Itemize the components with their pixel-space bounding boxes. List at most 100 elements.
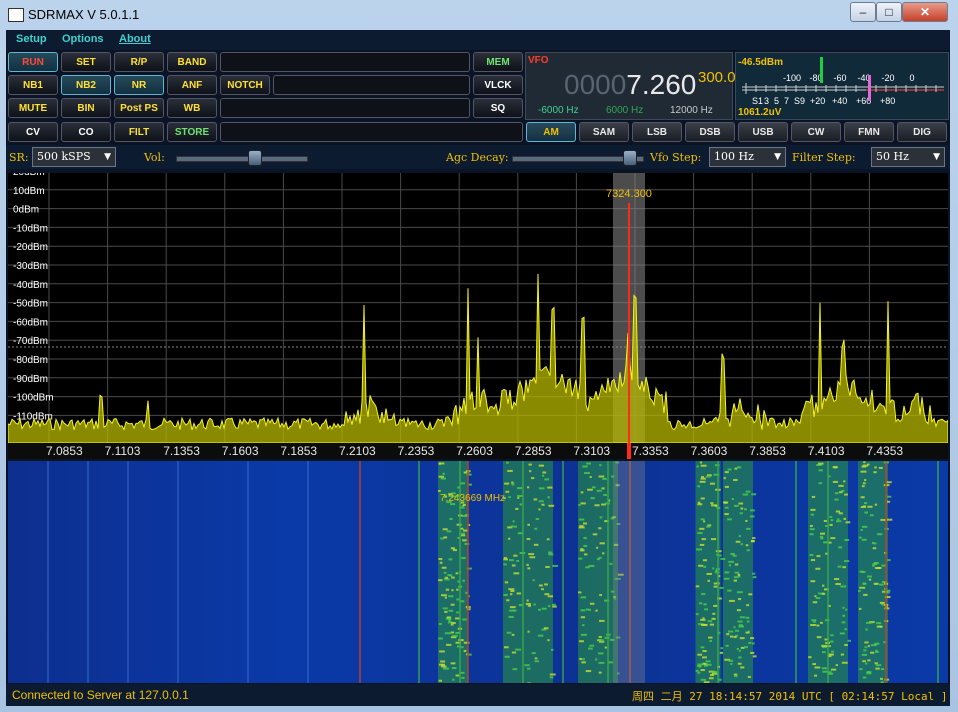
db-label: 20dBm [13, 173, 45, 178]
db-label: -80dBm [13, 355, 48, 366]
volume-slider-track[interactable] [176, 156, 308, 162]
frequency-label: 7.1853 [280, 444, 318, 458]
db-label: -90dBm [13, 374, 48, 385]
db-label: -40dBm [13, 280, 48, 291]
vlck-button[interactable]: VLCK [473, 75, 523, 95]
chevron-down-icon: ▼ [774, 152, 781, 162]
vfo-freq-sub: 300.0 [698, 69, 736, 86]
volume-slider-thumb[interactable] [248, 150, 262, 166]
s-meter-bottom-label: +20 [810, 96, 825, 106]
anf-button[interactable]: ANF [167, 75, 217, 95]
mode-dsb-button[interactable]: DSB [685, 122, 735, 142]
filt-button[interactable]: FILT [114, 122, 164, 142]
nb2-button[interactable]: NB2 [61, 75, 111, 95]
mode-lsb-button[interactable]: LSB [632, 122, 682, 142]
signal-uv: 1061.2uV [738, 107, 782, 118]
s-meter-needle [868, 75, 871, 101]
band-button[interactable]: BAND [167, 52, 217, 72]
sample-rate-select[interactable]: 500 kSPS ▼ [32, 147, 116, 167]
row1-field [220, 52, 470, 72]
frequency-label: 7.2103 [339, 444, 376, 458]
bin-button[interactable]: BIN [61, 98, 111, 118]
db-label: -50dBm [13, 299, 48, 310]
post-ps-button[interactable]: Post PS [114, 98, 164, 118]
connection-status: Connected to Server at 127.0.0.1 [12, 688, 189, 702]
row2-field [273, 75, 470, 95]
agc-decay-label: Agc Decay: [446, 151, 509, 164]
chevron-down-icon: ▼ [933, 152, 940, 162]
vfo-frequency: 00007.260 [564, 69, 696, 101]
frequency-label: 7.3603 [690, 444, 728, 458]
s-meter-peak-needle [820, 57, 823, 83]
s-meter-bottom-label: +80 [880, 96, 895, 106]
vfo-step-label: Vfo Step: [650, 151, 702, 164]
db-label: -60dBm [13, 317, 48, 328]
vfo-step-select[interactable]: 100 Hz ▼ [709, 147, 786, 167]
notch-button[interactable]: NOTCH [220, 75, 270, 95]
menu-bar: Setup Options About [6, 30, 950, 50]
db-label: 0dBm [13, 205, 39, 216]
frequency-scale-marker [627, 443, 631, 459]
title-bar: SDRMAX V 5.0.1.1 ‒ □ ✕ [0, 0, 958, 28]
waterfall-frequency-label: 7.243669 MHz [440, 493, 505, 504]
frequency-label: 7.1603 [221, 444, 259, 458]
wb-button[interactable]: WB [167, 98, 217, 118]
nb1-button[interactable]: NB1 [8, 75, 58, 95]
waterfall-plot[interactable]: 7.243669 MHz [8, 461, 948, 683]
cv-button[interactable]: CV [8, 122, 58, 142]
db-label: 10dBm [13, 186, 45, 197]
db-label: -100dBm [13, 393, 54, 404]
nr-button[interactable]: NR [114, 75, 164, 95]
mute-button[interactable]: MUTE [8, 98, 58, 118]
s-meter-bottom-label: 7 [784, 96, 789, 106]
menu-setup[interactable]: Setup [16, 33, 47, 45]
filter-step-select[interactable]: 50 Hz ▼ [871, 147, 945, 167]
maximize-button[interactable]: □ [876, 2, 902, 22]
vfo-freq-leading: 0000 [564, 69, 627, 100]
waterfall-signal [503, 461, 553, 683]
minimize-button[interactable]: ‒ [850, 2, 876, 22]
vol-label: Vol: [144, 151, 165, 164]
s-meter-bottom-label: +40 [832, 96, 847, 106]
spectrum-display[interactable]: 20dBm 10dBm 0dBm -10dBm -20dBm -30dBm -40dBm -5… [8, 173, 948, 443]
agc-decay-slider-thumb[interactable] [623, 150, 637, 166]
row4-field [220, 122, 523, 142]
mode-sam-button[interactable]: SAM [579, 122, 629, 142]
mode-dig-button[interactable]: DIG [897, 122, 947, 142]
bandwidth-high: 12000 Hz [670, 105, 713, 116]
close-button[interactable]: ✕ [902, 2, 948, 22]
mode-cw-button[interactable]: CW [791, 122, 841, 142]
marker-frequency-label: 7324.300 [606, 188, 652, 200]
db-label: -30dBm [13, 261, 48, 272]
mode-fmn-button[interactable]: FMN [844, 122, 894, 142]
spectrum-plot[interactable]: 20dBm 10dBm 0dBm -10dBm -20dBm -30dBm -40dBm -5… [8, 173, 948, 443]
mem-button[interactable]: MEM [473, 52, 523, 72]
co-button[interactable]: CO [61, 122, 111, 142]
frequency-label: 7.2853 [514, 444, 552, 458]
run-button[interactable]: RUN [8, 52, 58, 72]
db-label: -20dBm [13, 242, 48, 253]
app-icon [8, 8, 24, 22]
sr-label: SR: [9, 151, 29, 164]
bandwidth-low: -6000 Hz [538, 105, 579, 116]
store-button[interactable]: STORE [167, 122, 217, 142]
s-meter-top-label: 0 [909, 73, 914, 83]
rp-button[interactable]: R/P [114, 52, 164, 72]
menu-about[interactable]: About [119, 33, 151, 45]
s-meter-bottom-label: S1 [752, 96, 763, 106]
row3-field [220, 98, 470, 118]
menu-options[interactable]: Options [62, 33, 104, 45]
mode-am-button[interactable]: AM [526, 122, 576, 142]
frequency-label: 7.3353 [632, 444, 669, 458]
set-button[interactable]: SET [61, 52, 111, 72]
vfo-display[interactable]: VFO 00007.260 300.0 -6000 Hz 6000 Hz 120… [525, 52, 736, 120]
vfo-step-value: 100 Hz [714, 150, 754, 163]
s-meter-top-label: -20 [881, 73, 894, 83]
s-meter-bottom-label: 5 [774, 96, 779, 106]
mode-usb-button[interactable]: USB [738, 122, 788, 142]
frequency-label: 7.1103 [104, 444, 141, 458]
sq-button[interactable]: SQ [473, 98, 523, 118]
s-meter-bottom-label: 3 [764, 96, 769, 106]
waterfall-display[interactable]: 7.243669 MHz [8, 461, 948, 683]
s-meter-top-label: -60 [833, 73, 846, 83]
